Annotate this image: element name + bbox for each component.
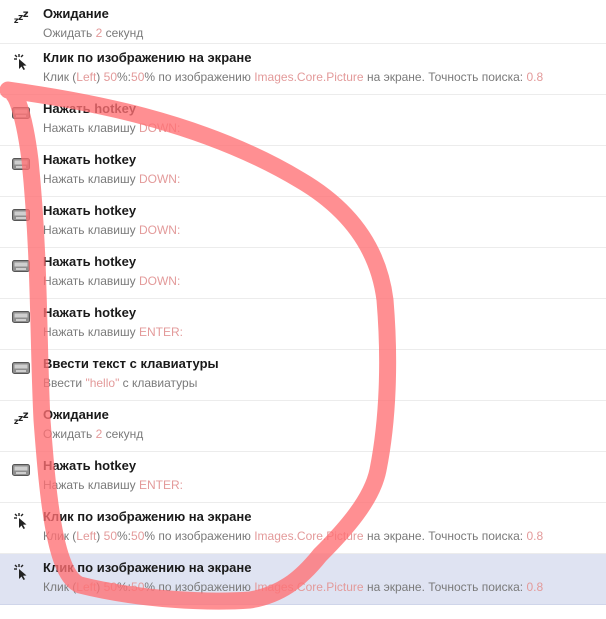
action-description: Нажать клавишу DOWN: bbox=[43, 121, 180, 135]
action-description: Нажать клавишу ENTER: bbox=[43, 478, 183, 492]
description-text: % по изображению bbox=[144, 529, 255, 543]
description-text: секунд bbox=[102, 26, 144, 40]
description-text: Клик ( bbox=[43, 529, 77, 543]
parameter-value: 50 bbox=[103, 580, 117, 594]
parameter-value: "hello" bbox=[85, 376, 120, 390]
action-row[interactable]: Нажать hotkey Нажать клавишу DOWN: bbox=[0, 197, 606, 248]
action-title: Ожидание bbox=[43, 407, 109, 422]
action-title: Нажать hotkey bbox=[43, 152, 137, 167]
parameter-value: Left bbox=[76, 529, 97, 543]
action-description: Нажать клавишу DOWN: bbox=[43, 274, 180, 288]
action-row[interactable]: Клик по изображению на экране Клик (Left)… bbox=[0, 554, 606, 605]
parameter-value: Left bbox=[76, 70, 97, 84]
action-title: Ожидание bbox=[43, 6, 109, 21]
description-text: Нажать клавишу bbox=[43, 223, 139, 237]
action-row[interactable]: Клик по изображению на экране Клик (Left)… bbox=[0, 44, 606, 95]
description-text: Нажать клавишу bbox=[43, 274, 139, 288]
parameter-value: ENTER: bbox=[138, 325, 183, 339]
action-description: Клик (Left) 50%:50% по изображению Image… bbox=[43, 580, 543, 594]
description-text: % по изображению bbox=[144, 70, 255, 84]
keyboard-icon bbox=[10, 104, 32, 122]
description-text: с клавиатуры bbox=[119, 376, 198, 390]
parameter-value: Images.Core.Picture bbox=[254, 529, 364, 543]
description-text: ) bbox=[96, 580, 104, 594]
action-title: Нажать hotkey bbox=[43, 203, 137, 218]
description-text: Нажать клавишу bbox=[43, 478, 139, 492]
description-text: Клик ( bbox=[43, 70, 77, 84]
action-list: zzz Ожидание Ожидать 2 секунд Клик по изобр… bbox=[0, 0, 606, 619]
sleep-icon: zzz bbox=[13, 9, 29, 25]
description-text: Ввести bbox=[43, 376, 86, 390]
description-text: Нажать клавишу bbox=[43, 121, 139, 135]
action-title: Нажать hotkey bbox=[43, 254, 137, 269]
action-description: Нажать клавишу DOWN: bbox=[43, 172, 180, 186]
keyboard-icon bbox=[10, 257, 32, 275]
action-row[interactable]: zzz Ожидание Ожидать 2 секунд bbox=[0, 0, 606, 44]
click-cursor-icon bbox=[10, 53, 32, 71]
keyboard-icon bbox=[10, 359, 32, 377]
parameter-value: 50 bbox=[131, 580, 145, 594]
action-description: Нажать клавишу DOWN: bbox=[43, 223, 180, 237]
description-text: ) bbox=[96, 529, 104, 543]
description-text: на экране. Точность поиска: bbox=[363, 529, 527, 543]
parameter-value: Left bbox=[76, 580, 97, 594]
parameter-value: 0.8 bbox=[526, 529, 544, 543]
parameter-value: DOWN: bbox=[138, 223, 181, 237]
action-row[interactable]: Клик по изображению на экране Клик (Left)… bbox=[0, 503, 606, 554]
action-title: Нажать hotkey bbox=[43, 305, 137, 320]
click-cursor-icon bbox=[10, 512, 32, 530]
parameter-value: DOWN: bbox=[138, 121, 181, 135]
parameter-value: DOWN: bbox=[138, 172, 181, 186]
description-text: на экране. Точность поиска: bbox=[363, 70, 527, 84]
action-description: Клик (Left) 50%:50% по изображению Image… bbox=[43, 70, 543, 84]
parameter-value: Images.Core.Picture bbox=[254, 580, 364, 594]
description-text: Ожидать bbox=[43, 427, 96, 441]
action-title: Клик по изображению на экране bbox=[43, 50, 252, 65]
parameter-value: Images.Core.Picture bbox=[254, 70, 364, 84]
parameter-value: ENTER: bbox=[138, 478, 183, 492]
description-text: секунд bbox=[102, 427, 144, 441]
description-text: на экране. Точность поиска: bbox=[363, 580, 527, 594]
description-text: Клик ( bbox=[43, 580, 77, 594]
keyboard-icon bbox=[10, 461, 32, 479]
description-text: Нажать клавишу bbox=[43, 172, 139, 186]
parameter-value: 0.8 bbox=[526, 580, 544, 594]
action-title: Ввести текст с клавиатуры bbox=[43, 356, 219, 371]
description-text: %: bbox=[117, 70, 132, 84]
parameter-value: 0.8 bbox=[526, 70, 544, 84]
action-description: Ввести "hello" с клавиатуры bbox=[43, 376, 197, 390]
action-title: Клик по изображению на экране bbox=[43, 509, 252, 524]
description-text: Ожидать bbox=[43, 26, 96, 40]
action-title: Нажать hotkey bbox=[43, 101, 137, 116]
action-row[interactable]: Нажать hotkey Нажать клавишу DOWN: bbox=[0, 248, 606, 299]
action-description: Клик (Left) 50%:50% по изображению Image… bbox=[43, 529, 543, 543]
keyboard-icon bbox=[10, 308, 32, 326]
action-row[interactable]: zzz Ожидание Ожидать 2 секунд bbox=[0, 401, 606, 452]
description-text: % по изображению bbox=[144, 580, 255, 594]
action-row[interactable]: Нажать hotkey Нажать клавишу ENTER: bbox=[0, 452, 606, 503]
keyboard-icon bbox=[10, 206, 32, 224]
action-description: Нажать клавишу ENTER: bbox=[43, 325, 183, 339]
description-text: ) bbox=[96, 70, 104, 84]
action-description: Ожидать 2 секунд bbox=[43, 26, 143, 40]
parameter-value: DOWN: bbox=[138, 274, 181, 288]
action-row[interactable]: Нажать hotkey Нажать клавишу DOWN: bbox=[0, 95, 606, 146]
sleep-icon: zzz bbox=[13, 410, 29, 426]
parameter-value: 50 bbox=[131, 70, 145, 84]
description-text: %: bbox=[117, 580, 132, 594]
parameter-value: 50 bbox=[131, 529, 145, 543]
keyboard-icon bbox=[10, 155, 32, 173]
parameter-value: 50 bbox=[103, 70, 117, 84]
description-text: %: bbox=[117, 529, 132, 543]
action-row[interactable]: Нажать hotkey Нажать клавишу DOWN: bbox=[0, 146, 606, 197]
action-row[interactable]: Ввести текст с клавиатуры Ввести "hello" … bbox=[0, 350, 606, 401]
action-title: Нажать hotkey bbox=[43, 458, 137, 473]
description-text: Нажать клавишу bbox=[43, 325, 139, 339]
action-title: Клик по изображению на экране bbox=[43, 560, 252, 575]
action-description: Ожидать 2 секунд bbox=[43, 427, 143, 441]
parameter-value: 50 bbox=[103, 529, 117, 543]
click-cursor-icon bbox=[10, 563, 32, 581]
action-row[interactable]: Нажать hotkey Нажать клавишу ENTER: bbox=[0, 299, 606, 350]
